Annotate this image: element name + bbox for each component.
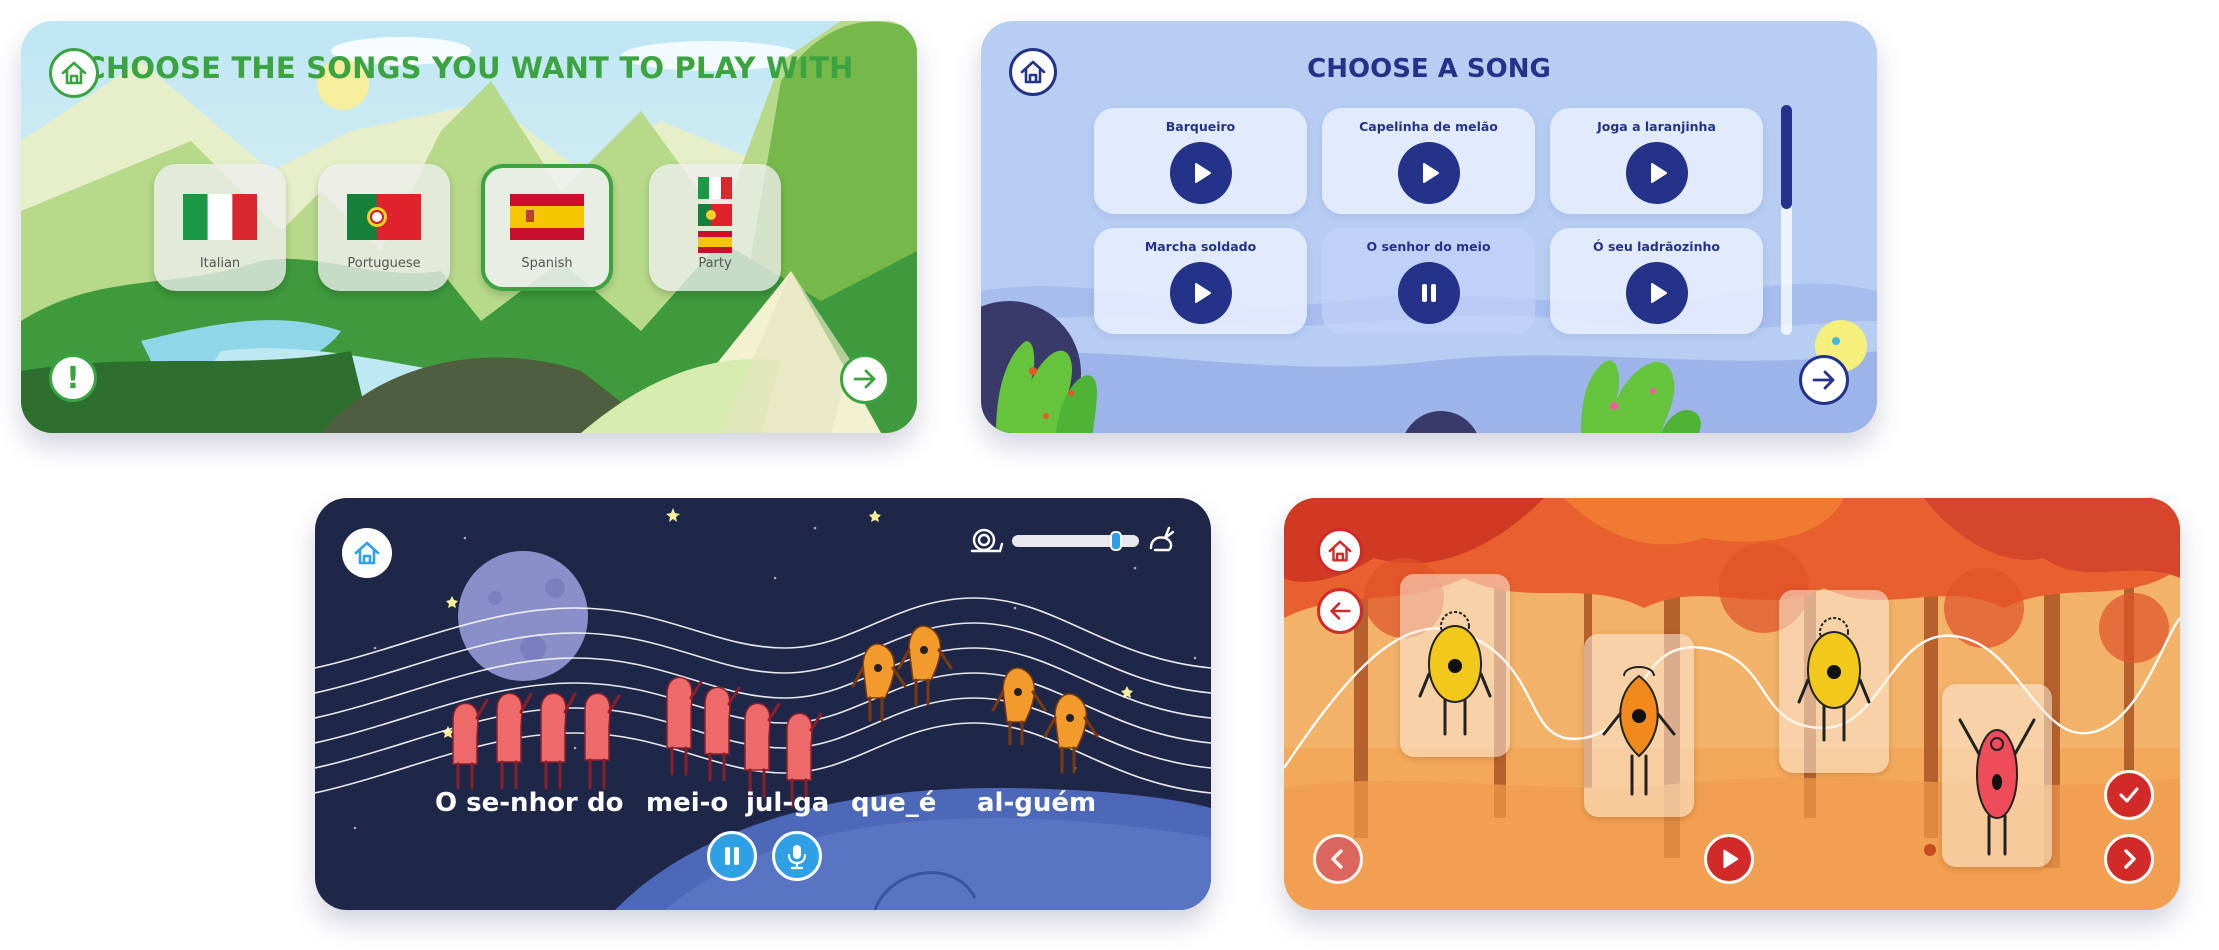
singing-characters xyxy=(452,625,1099,808)
spain-flag-icon xyxy=(510,194,584,240)
character-card[interactable] xyxy=(1779,590,1889,773)
play-button[interactable] xyxy=(1170,262,1232,324)
play-button[interactable] xyxy=(1170,142,1232,204)
next-button[interactable] xyxy=(840,354,890,404)
song-screen: CHOOSE A SONG Barqueiro Capelinha de mel… xyxy=(981,21,1877,433)
previous-button[interactable] xyxy=(1313,834,1363,884)
speed-slider-handle[interactable] xyxy=(1109,531,1122,551)
rabbit-icon xyxy=(1149,526,1175,552)
alert-icon: ! xyxy=(66,360,80,396)
language-label: Spanish xyxy=(521,256,573,271)
character-pink xyxy=(452,676,813,781)
song-card-marcha-soldado[interactable]: Marcha soldado xyxy=(1094,228,1307,334)
language-label: Party xyxy=(698,256,732,271)
italy-flag-icon xyxy=(183,194,257,240)
lyric-syllable: O se-nhor xyxy=(435,788,578,818)
home-button[interactable] xyxy=(1009,48,1057,96)
page-title: CHOOSE A SONG xyxy=(1307,54,1551,84)
play-icon xyxy=(1651,283,1667,303)
character-card[interactable] xyxy=(1942,684,2052,867)
chevron-left-icon xyxy=(1331,849,1343,869)
song-card-joga-a-laranjinha[interactable]: Joga a laranjinha xyxy=(1550,108,1763,214)
play-icon xyxy=(1423,163,1439,183)
portugal-flag-icon xyxy=(347,194,421,240)
language-card-portuguese[interactable]: Portuguese xyxy=(318,164,450,291)
lyric-syllable: do xyxy=(587,788,624,818)
home-button[interactable] xyxy=(1317,528,1363,574)
pink-singer-character xyxy=(1958,718,2036,856)
pause-icon xyxy=(725,847,739,865)
play-icon xyxy=(1723,849,1739,869)
arrow-right-icon xyxy=(1812,370,1835,390)
next-button[interactable] xyxy=(1799,355,1849,405)
play-icon xyxy=(1651,163,1667,183)
language-card-italian[interactable]: Italian xyxy=(154,164,286,291)
play-button[interactable] xyxy=(1626,142,1688,204)
song-card-capelinha-de-melao[interactable]: Capelinha de melão xyxy=(1322,108,1535,214)
orange-singer-character xyxy=(1602,666,1676,796)
play-button[interactable] xyxy=(1398,142,1460,204)
pause-button[interactable] xyxy=(1398,262,1460,324)
song-card-o-seu-ladraozinho[interactable]: Ó seu ladrãozinho xyxy=(1550,228,1763,334)
language-card-spanish[interactable]: Spanish xyxy=(481,164,613,291)
language-screen: CHOOSE THE SONGS YOU WANT TO PLAY WITH I… xyxy=(21,21,917,433)
song-title: Capelinha de melão xyxy=(1359,119,1498,134)
yellow-singer-character xyxy=(1418,611,1492,736)
song-title: Ó seu ladrãozinho xyxy=(1593,239,1720,254)
arrow-right-icon xyxy=(853,369,876,389)
info-button[interactable]: ! xyxy=(49,354,97,402)
song-title: Joga a laranjinha xyxy=(1597,119,1716,134)
confirm-button[interactable] xyxy=(2104,770,2154,820)
home-icon xyxy=(354,541,380,565)
song-card-barqueiro[interactable]: Barqueiro xyxy=(1094,108,1307,214)
microphone-button[interactable] xyxy=(772,831,822,881)
next-button[interactable] xyxy=(2104,834,2154,884)
play-icon xyxy=(1195,283,1211,303)
karaoke-screen: O se-nhor do mei-o jul-ga que_é al-guém xyxy=(315,498,1211,910)
language-label: Italian xyxy=(199,256,241,271)
arrow-left-icon xyxy=(1330,602,1351,620)
check-icon xyxy=(2119,787,2139,803)
character-card[interactable] xyxy=(1400,574,1510,757)
snail-icon xyxy=(970,528,1004,553)
language-label: Portuguese xyxy=(347,256,421,271)
song-card-o-senhor-do-meio[interactable]: O senhor do meio xyxy=(1322,228,1535,334)
pause-button[interactable] xyxy=(707,831,757,881)
play-button[interactable] xyxy=(1704,834,1754,884)
scrollbar-thumb[interactable] xyxy=(1781,105,1792,209)
yellow-singer-character xyxy=(1797,617,1871,742)
home-button[interactable] xyxy=(49,48,99,98)
lyric-syllable: al-guém xyxy=(977,788,1097,818)
language-card-party[interactable]: Party xyxy=(649,164,781,291)
home-button[interactable] xyxy=(342,528,392,578)
home-icon xyxy=(61,61,87,85)
mixed-flags-icon xyxy=(698,177,732,253)
pause-icon xyxy=(1422,284,1436,302)
song-title: Barqueiro xyxy=(1165,119,1236,134)
song-title: O senhor do meio xyxy=(1366,239,1491,254)
back-button[interactable] xyxy=(1317,588,1363,634)
home-icon xyxy=(1020,60,1046,84)
page-title: CHOOSE THE SONGS YOU WANT TO PLAY WITH xyxy=(84,51,854,85)
chevron-right-icon xyxy=(2124,849,2136,869)
lyric-syllable: jul-ga xyxy=(746,788,830,818)
character-card[interactable] xyxy=(1584,634,1694,817)
microphone-icon xyxy=(787,845,807,870)
lyric-syllable: mei-o xyxy=(646,788,729,818)
home-icon xyxy=(1328,540,1352,562)
sequence-screen xyxy=(1284,498,2180,910)
lyric-syllable: que_é xyxy=(851,788,937,818)
play-icon xyxy=(1195,163,1211,183)
play-button[interactable] xyxy=(1626,262,1688,324)
song-title: Marcha soldado xyxy=(1144,239,1257,254)
